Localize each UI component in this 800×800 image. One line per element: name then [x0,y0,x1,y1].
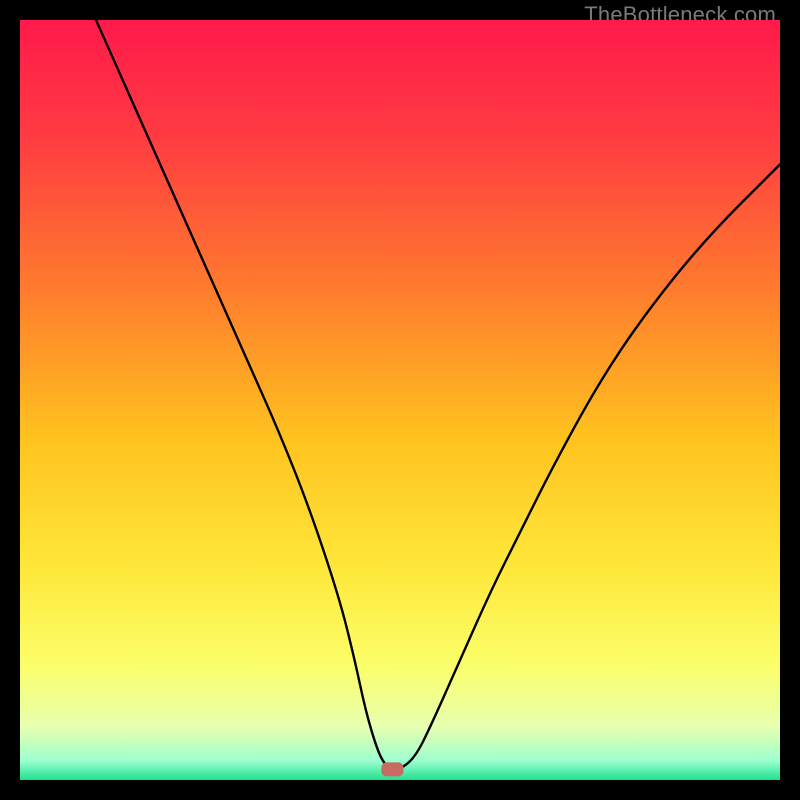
curve-marker [381,762,403,776]
chart-background [20,20,780,780]
chart-frame [20,20,780,780]
chart-svg [20,20,780,780]
